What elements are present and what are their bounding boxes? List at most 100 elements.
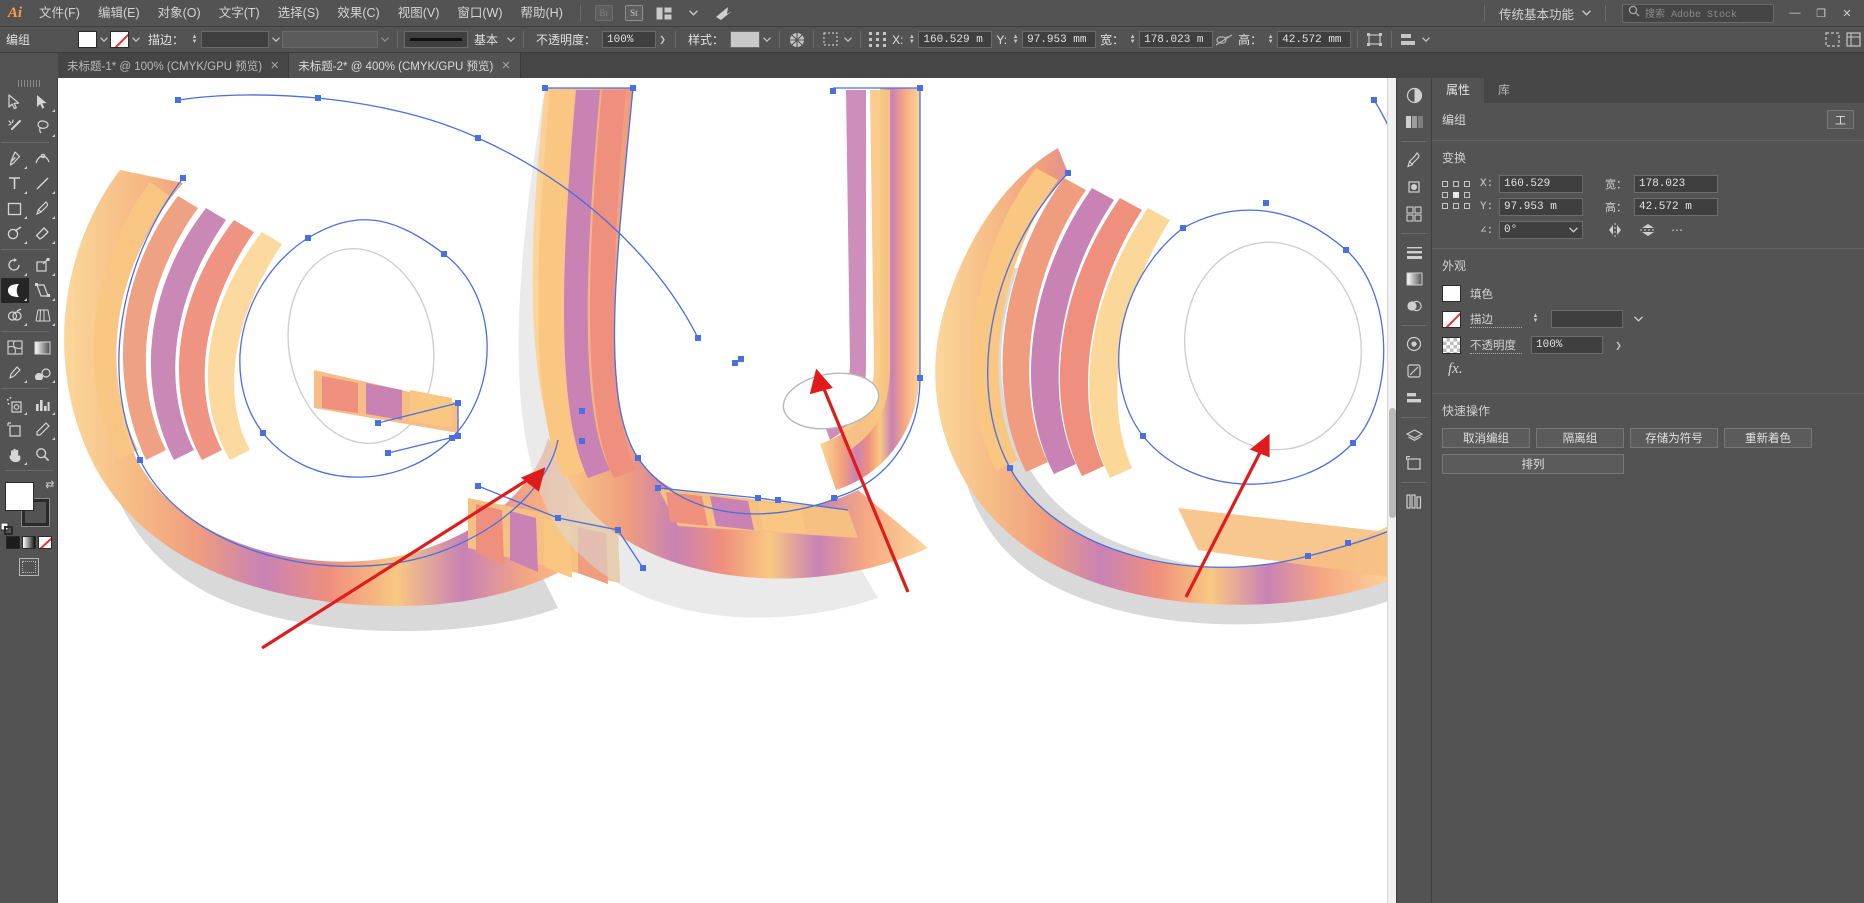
height-stepper[interactable]: ▲ ▼	[1266, 31, 1275, 48]
ref-pt-bl[interactable]	[1442, 203, 1448, 209]
direct-selection-tool[interactable]	[29, 89, 57, 114]
document-tab-2-close-icon[interactable]: ✕	[501, 59, 510, 72]
eyedropper-tool[interactable]	[1, 360, 29, 385]
stock-icon[interactable]: St	[623, 4, 645, 23]
ref-pt-tc[interactable]	[1453, 181, 1459, 187]
isolate-group-button[interactable]: 隔离组	[1536, 428, 1624, 448]
shape-builder-tool[interactable]	[1, 303, 29, 328]
color-guide-panel-icon[interactable]	[1399, 109, 1429, 135]
appearance-panel-icon[interactable]	[1399, 331, 1429, 357]
menu-object[interactable]: 对象(O)	[149, 0, 210, 27]
style-chevron-down-icon[interactable]	[760, 31, 773, 48]
appearance-opacity-expand-icon[interactable]: ❯	[1612, 337, 1625, 354]
appearance-fill-swatch[interactable]	[1442, 285, 1461, 302]
panel-angle-field[interactable]: 0°	[1499, 221, 1583, 239]
stroke-weight-field[interactable]	[201, 31, 270, 48]
type-tool[interactable]	[1, 171, 29, 196]
transform-panel-icon[interactable]	[1364, 30, 1385, 50]
fill-color-swatch[interactable]	[4, 482, 34, 511]
flip-horizontal-icon[interactable]	[1605, 221, 1625, 239]
home-screen-icon[interactable]	[713, 4, 735, 23]
document-tab-1[interactable]: 未标题-1* @ 100% (CMYK/GPU 预览) ✕	[58, 53, 290, 78]
align-panel-rail-icon[interactable]	[1399, 385, 1429, 411]
canvas-scroll-thumb[interactable]	[1389, 408, 1396, 518]
bridge-icon[interactable]: Br	[593, 4, 615, 23]
document-setup-icon[interactable]	[1822, 30, 1843, 50]
menu-type[interactable]: 文字(T)	[210, 0, 269, 27]
ref-pt-mr[interactable]	[1464, 192, 1470, 198]
menu-file[interactable]: 文件(F)	[30, 0, 89, 27]
panel-x-field[interactable]: 160.529	[1499, 175, 1583, 193]
transform-more-options-icon[interactable]: ⋯	[1671, 223, 1684, 237]
layers-panel-icon[interactable]	[1399, 423, 1429, 449]
pen-tool[interactable]	[1, 146, 29, 171]
appearance-opacity-field[interactable]: 100%	[1531, 336, 1603, 354]
shaper-tool[interactable]	[1, 221, 29, 246]
magic-wand-tool[interactable]	[1, 114, 29, 139]
default-fill-stroke-icon[interactable]	[0, 522, 13, 535]
appearance-stroke-stepper[interactable]: ▲ ▼	[1531, 311, 1540, 328]
selection-tool[interactable]	[1, 89, 29, 114]
window-close-button[interactable]: ✕	[1834, 0, 1860, 27]
tab-libraries[interactable]: 库	[1484, 78, 1525, 103]
appearance-opacity-label[interactable]: 不透明度	[1470, 337, 1522, 354]
save-as-symbol-button[interactable]: 存储为符号	[1630, 428, 1718, 448]
panel-y-field[interactable]: 97.953 m	[1499, 198, 1583, 216]
stroke-weight-chevron-down-icon[interactable]	[269, 31, 282, 48]
ref-pt-tl[interactable]	[1442, 181, 1448, 187]
stroke-panel-icon[interactable]	[1399, 239, 1429, 265]
stroke-profile-chevron-down-icon[interactable]	[378, 31, 391, 48]
appearance-opacity-swatch[interactable]	[1442, 336, 1461, 354]
zoom-tool[interactable]	[29, 442, 57, 467]
curvature-tool[interactable]	[29, 146, 57, 171]
opacity-expand-icon[interactable]: ❯	[656, 31, 669, 48]
menu-help[interactable]: 帮助(H)	[512, 0, 572, 27]
gradient-tool[interactable]	[29, 335, 57, 360]
gradient-swatch-button[interactable]	[21, 536, 36, 549]
width-field[interactable]: 178.023 m	[1139, 31, 1214, 48]
stroke-profile-field[interactable]	[282, 31, 379, 48]
stroke-weight-stepper[interactable]: ▲ ▼	[190, 31, 199, 48]
window-restore-button[interactable]: ❐	[1808, 0, 1834, 27]
canvas-vertical-scrollbar[interactable]	[1387, 78, 1396, 903]
align-reference-icon[interactable]	[867, 30, 888, 50]
menu-effect[interactable]: 效果(C)	[328, 0, 388, 27]
mesh-tool[interactable]	[1, 335, 29, 360]
menu-edit[interactable]: 编辑(E)	[89, 0, 149, 27]
color-panel-icon[interactable]	[1399, 82, 1429, 108]
height-field[interactable]: 42.572 mm	[1277, 31, 1352, 48]
graphic-styles-panel-icon[interactable]	[1399, 358, 1429, 384]
flip-vertical-icon[interactable]	[1638, 221, 1658, 239]
appearance-stroke-label[interactable]: 描边	[1470, 311, 1522, 328]
fill-chevron-down-icon[interactable]	[97, 31, 110, 48]
artboard-tool[interactable]	[1, 417, 29, 442]
color-swatch-button[interactable]	[5, 536, 20, 549]
slice-tool[interactable]	[29, 417, 57, 442]
menu-view[interactable]: 视图(V)	[389, 0, 449, 27]
select-similar-chevron-down-icon[interactable]	[841, 31, 854, 48]
select-similar-icon[interactable]	[820, 30, 841, 50]
control-stroke-swatch[interactable]	[110, 31, 129, 48]
appearance-stroke-chevron-down-icon[interactable]	[1632, 311, 1645, 328]
none-swatch-button[interactable]	[37, 536, 52, 549]
libraries-panel-icon[interactable]	[1399, 488, 1429, 514]
selection-action-button[interactable]: 工	[1827, 110, 1854, 129]
arrange-chevron-down-icon[interactable]	[683, 4, 705, 23]
ungroup-button[interactable]: 取消编组	[1442, 428, 1530, 448]
preferences-icon[interactable]	[1843, 30, 1864, 50]
control-fill-swatch[interactable]	[78, 31, 97, 48]
constrain-proportions-icon[interactable]	[1213, 30, 1234, 50]
x-stepper[interactable]: ▲ ▼	[907, 31, 916, 48]
rectangle-tool[interactable]	[1, 196, 29, 221]
free-transform-tool[interactable]	[29, 278, 57, 303]
tools-panel-grip[interactable]	[17, 80, 40, 87]
y-stepper[interactable]: ▲ ▼	[1011, 31, 1020, 48]
panel-height-field[interactable]: 42.572 m	[1634, 198, 1718, 216]
lasso-tool[interactable]	[29, 114, 57, 139]
opacity-mask-icon[interactable]	[786, 30, 807, 50]
blend-tool[interactable]	[29, 360, 57, 385]
x-field[interactable]: 160.529 m	[918, 31, 993, 48]
menu-select[interactable]: 选择(S)	[269, 0, 329, 27]
reference-point-selector[interactable]	[1442, 181, 1472, 211]
column-graph-tool[interactable]	[29, 392, 57, 417]
